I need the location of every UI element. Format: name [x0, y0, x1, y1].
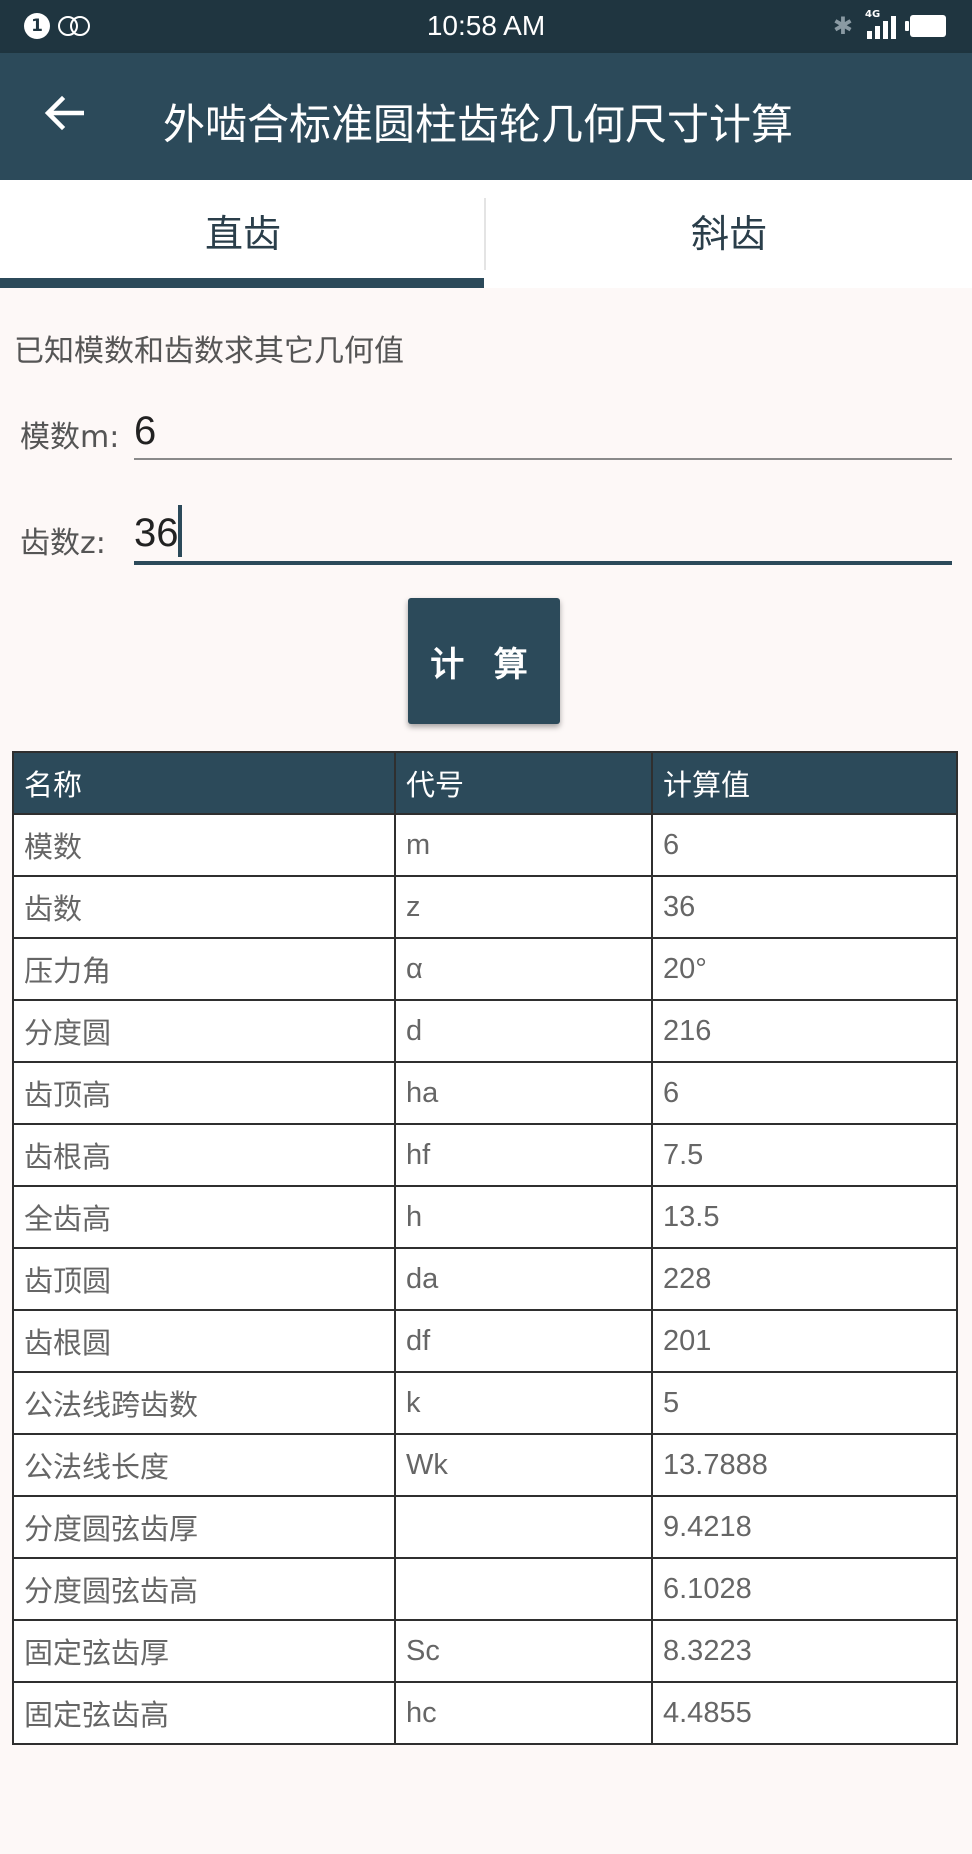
row-value: 13.7888	[651, 1433, 958, 1497]
results-table: 名称 代号 计算值 模数 m 6 齿数 z 36 压力角 α 20° 分度圆 d 216 齿顶高 ha 6 齿…	[12, 751, 958, 1745]
row-value: 201	[651, 1309, 958, 1373]
table-row: 模数 m 6	[12, 813, 958, 877]
table-row: 分度圆 d 216	[12, 999, 958, 1063]
table-header-row: 名称 代号 计算值	[12, 751, 958, 815]
form-hint: 已知模数和齿数求其它几何值	[14, 334, 404, 369]
back-arrow-icon[interactable]	[40, 89, 88, 137]
table-row: 压力角 α 20°	[12, 937, 958, 1001]
teeth-input[interactable]	[134, 505, 952, 565]
row-value: 228	[651, 1247, 958, 1311]
table-row: 固定弦齿高 hc 4.4855	[12, 1681, 958, 1745]
row-symbol: Wk	[394, 1433, 653, 1497]
row-value: 216	[651, 999, 958, 1063]
row-symbol: da	[394, 1247, 653, 1311]
row-name: 固定弦齿厚	[12, 1619, 396, 1683]
teeth-label: 齿数z:	[20, 526, 106, 561]
row-name: 齿根圆	[12, 1309, 396, 1373]
calculate-button[interactable]: 计 算	[408, 598, 560, 724]
row-name: 公法线跨齿数	[12, 1371, 396, 1435]
status-time: 10:58 AM	[426, 10, 546, 41]
app-bar: 外啮合标准圆柱齿轮几何尺寸计算	[0, 53, 972, 180]
row-name: 分度圆弦齿厚	[12, 1495, 396, 1559]
tab-helical-gear[interactable]: 斜齿	[486, 180, 972, 288]
battery-icon	[905, 15, 946, 37]
row-symbol	[394, 1495, 653, 1559]
row-symbol: z	[394, 875, 653, 939]
network-type-label: 4G	[865, 9, 881, 20]
table-row: 公法线跨齿数 k 5	[12, 1371, 958, 1435]
row-name: 齿数	[12, 875, 396, 939]
row-name: 全齿高	[12, 1185, 396, 1249]
table-row: 分度圆弦齿高 6.1028	[12, 1557, 958, 1621]
table-row: 齿根圆 df 201	[12, 1309, 958, 1373]
table-row: 全齿高 h 13.5	[12, 1185, 958, 1249]
signal-icon: 4G	[865, 9, 896, 39]
table-row: 公法线长度 Wk 13.7888	[12, 1433, 958, 1497]
modulus-label: 模数m:	[20, 420, 120, 455]
row-value: 8.3223	[651, 1619, 958, 1683]
row-name: 模数	[12, 813, 396, 877]
tab-bar: 直齿 斜齿	[0, 180, 972, 288]
bluetooth-icon: ✱	[832, 12, 853, 40]
row-value: 6.1028	[651, 1557, 958, 1621]
row-name: 公法线长度	[12, 1433, 396, 1497]
row-name: 齿顶圆	[12, 1247, 396, 1311]
tab-spur-gear[interactable]: 直齿	[0, 180, 486, 288]
table-row: 固定弦齿厚 Sc 8.3223	[12, 1619, 958, 1683]
row-value: 6	[651, 813, 958, 877]
system-icons: ✱ 4G	[832, 9, 946, 40]
row-value: 9.4218	[651, 1495, 958, 1559]
row-name: 分度圆弦齿高	[12, 1557, 396, 1621]
row-name: 齿根高	[12, 1123, 396, 1187]
tab-indicator	[0, 278, 484, 288]
row-value: 4.4855	[651, 1681, 958, 1745]
row-symbol: Sc	[394, 1619, 653, 1683]
table-row: 齿顶高 ha 6	[12, 1061, 958, 1125]
header-name: 名称	[12, 751, 396, 815]
row-value: 13.5	[651, 1185, 958, 1249]
row-value: 20°	[651, 937, 958, 1001]
table-row: 齿顶圆 da 228	[12, 1247, 958, 1311]
row-symbol: ha	[394, 1061, 653, 1125]
row-symbol: α	[394, 937, 653, 1001]
status-bar: 1 10:58 AM ✱ 4G	[0, 0, 972, 53]
row-symbol: h	[394, 1185, 653, 1249]
table-row: 分度圆弦齿厚 9.4218	[12, 1495, 958, 1559]
row-symbol	[394, 1557, 653, 1621]
row-value: 5	[651, 1371, 958, 1435]
row-name: 压力角	[12, 937, 396, 1001]
table-row: 齿根高 hf 7.5	[12, 1123, 958, 1187]
bottom-clip	[0, 1772, 972, 1854]
text-cursor	[178, 505, 182, 557]
row-value: 7.5	[651, 1123, 958, 1187]
row-symbol: d	[394, 999, 653, 1063]
row-symbol: hf	[394, 1123, 653, 1187]
table-row: 齿数 z 36	[12, 875, 958, 939]
row-name: 分度圆	[12, 999, 396, 1063]
header-value: 计算值	[651, 751, 958, 815]
header-symbol: 代号	[394, 751, 653, 815]
row-symbol: hc	[394, 1681, 653, 1745]
row-symbol: k	[394, 1371, 653, 1435]
row-value: 6	[651, 1061, 958, 1125]
row-symbol: df	[394, 1309, 653, 1373]
modulus-input[interactable]	[134, 404, 952, 460]
page-title: 外啮合标准圆柱齿轮几何尺寸计算	[163, 100, 794, 149]
row-symbol: m	[394, 813, 653, 877]
row-name: 固定弦齿高	[12, 1681, 396, 1745]
row-value: 36	[651, 875, 958, 939]
row-name: 齿顶高	[12, 1061, 396, 1125]
